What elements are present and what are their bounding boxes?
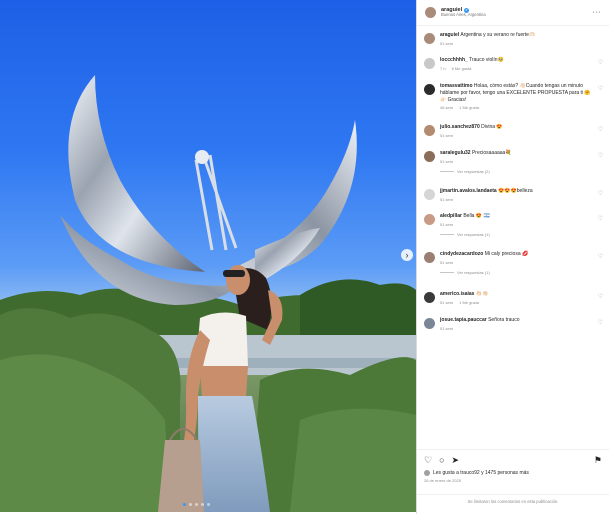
comment-likes[interactable]: 6 Me gusta [452, 66, 472, 71]
comment-item: americo.isaias 👏🏻👏🏻 51 sem 1 Me gusta ♡ [424, 291, 603, 305]
commenter-username[interactable]: aledpillar [440, 213, 462, 219]
carousel-dot [195, 503, 198, 506]
author-avatar[interactable] [425, 7, 436, 18]
comment-like-heart-icon[interactable]: ♡ [598, 152, 603, 159]
commenter-avatar[interactable] [424, 84, 435, 95]
carousel-dot [207, 503, 210, 506]
commenter-username[interactable]: josue.tapia.pauccar [440, 317, 487, 323]
comment-like-heart-icon[interactable]: ♡ [598, 126, 603, 133]
bookmark-icon[interactable]: ⚑ [594, 455, 602, 466]
post-actions-bar: ♡ ○ ➤ ⚑ Les gusta a trauco92 y 1475 pers… [417, 449, 609, 483]
comment-time: 51 sem [440, 259, 454, 265]
share-icon[interactable]: ➤ [452, 455, 460, 466]
likes-summary: Les gusta a trauco92 y 1475 personas más [424, 470, 602, 476]
comment-likes[interactable]: 1 Me gusta [459, 105, 479, 110]
comment-item: loccchhhh_ Trauco violín🥹 7 h 6 Me gusta… [424, 57, 603, 71]
carousel-dot-active [183, 503, 186, 506]
comment-like-heart-icon[interactable]: ♡ [598, 190, 603, 197]
comment-text: Argentina y su verano re fuerte🫶🏻 [460, 32, 536, 38]
comment-time: 51 sem [440, 299, 454, 305]
view-replies-link[interactable]: Ver respuestas (1) [440, 232, 593, 237]
commenter-username[interactable]: jjmartin.avalos.landaeta [440, 188, 497, 194]
comment-text: 😍😍😍belleza [498, 188, 533, 194]
comment-text: 👏🏻👏🏻 [475, 291, 489, 297]
carousel-dot [189, 503, 192, 506]
liker-avatar [424, 470, 430, 476]
comments-limited-notice: Se limitaron los comentarios en esta pub… [417, 494, 609, 504]
commenter-username[interactable]: saralegulu32 [440, 150, 471, 156]
view-replies-link[interactable]: Ver respuestas (1) [440, 270, 593, 275]
comment-time: 51 sem [440, 196, 454, 202]
post-date: 26 de enero de 2025 [424, 478, 461, 483]
comment-time: 51 sem [440, 221, 454, 227]
commenter-avatar[interactable] [424, 33, 435, 44]
comment-item: julio.sanchez870 Divina 😍 51 sem ♡ [424, 124, 603, 138]
comment-time: 51 sem [440, 158, 454, 164]
comment-likes[interactable]: 1 Me gusta [459, 300, 479, 305]
commenter-username[interactable]: julio.sanchez870 [440, 124, 480, 130]
post-side-panel: araguiel ✓ Buenos Aires, Argentina ··· a… [416, 0, 609, 514]
comment-text: Trauco violín🥹 [469, 57, 504, 63]
commenter-avatar[interactable] [424, 189, 435, 200]
comment-like-heart-icon[interactable]: ♡ [598, 59, 603, 66]
comment-like-heart-icon[interactable]: ♡ [598, 319, 603, 326]
comment-like-heart-icon[interactable]: ♡ [598, 293, 603, 300]
comment-text: Mi caly preciosa 💋 [484, 251, 529, 257]
comment-item: cindydezacardozo Mi caly preciosa 💋 51 s… [424, 251, 603, 276]
comment-item: saralegulu32 Preciosaaaaaa💐 51 sem Ver r… [424, 150, 603, 175]
next-photo-button[interactable]: › [401, 249, 413, 261]
carousel-dots [183, 503, 210, 506]
carousel-dot [201, 503, 204, 506]
comment-time: 51 sem [440, 40, 454, 46]
commenter-username[interactable]: tomasvattimo [440, 83, 473, 89]
comment-item: jjmartin.avalos.landaeta 😍😍😍belleza 51 s… [424, 188, 603, 202]
commenter-avatar[interactable] [424, 214, 435, 225]
comment-like-heart-icon[interactable]: ♡ [598, 253, 603, 260]
commenter-avatar[interactable] [424, 292, 435, 303]
comment-text: Bella 😍 🇦🇷 [463, 213, 490, 219]
photo-illustration [0, 75, 416, 512]
comment-item: tomasvattimo Holaa, cómo estás? 👋🏻Cuando… [424, 83, 603, 111]
post-location[interactable]: Buenos Aires, Argentina [441, 12, 486, 18]
comment-text: Señora trauco [488, 317, 520, 323]
comment-item: araguiel Argentina y su verano re fuerte… [424, 32, 603, 46]
commenter-avatar[interactable] [424, 318, 435, 329]
commenter-username[interactable]: americo.isaias [440, 291, 474, 297]
commenter-username[interactable]: araguiel [440, 32, 459, 38]
comment-like-heart-icon[interactable]: ♡ [598, 215, 603, 222]
heart-icon[interactable]: ♡ [424, 455, 432, 466]
comment-text: Preciosaaaaaa💐 [471, 150, 512, 156]
view-replies-link[interactable]: Ver respuestas (2) [440, 169, 593, 174]
comment-like-heart-icon[interactable]: ♡ [598, 85, 603, 92]
commenter-avatar[interactable] [424, 151, 435, 162]
commenter-username[interactable]: cindydezacardozo [440, 251, 483, 257]
comment-icon[interactable]: ○ [439, 455, 444, 465]
commenter-avatar[interactable] [424, 125, 435, 136]
commenter-avatar[interactable] [424, 58, 435, 69]
comment-item: josue.tapia.pauccar Señora trauco 51 sem… [424, 317, 603, 331]
likes-text[interactable]: Les gusta a trauco92 y 1475 personas más [433, 470, 529, 476]
comment-time: 46 sem [440, 105, 454, 111]
commenter-username[interactable]: loccchhhh_ [440, 57, 468, 63]
comment-time: 51 sem [440, 325, 454, 331]
more-options-icon[interactable]: ··· [593, 9, 602, 16]
commenter-avatar[interactable] [424, 252, 435, 263]
comment-text: Divina 😍 [481, 124, 503, 130]
comment-time: 51 sem [440, 132, 454, 138]
comment-item: aledpillar Bella 😍 🇦🇷 51 sem Ver respues… [424, 213, 603, 238]
comment-time: 7 h [440, 65, 446, 71]
post-header: araguiel ✓ Buenos Aires, Argentina ··· [417, 0, 609, 26]
post-photo[interactable]: › [0, 0, 416, 512]
